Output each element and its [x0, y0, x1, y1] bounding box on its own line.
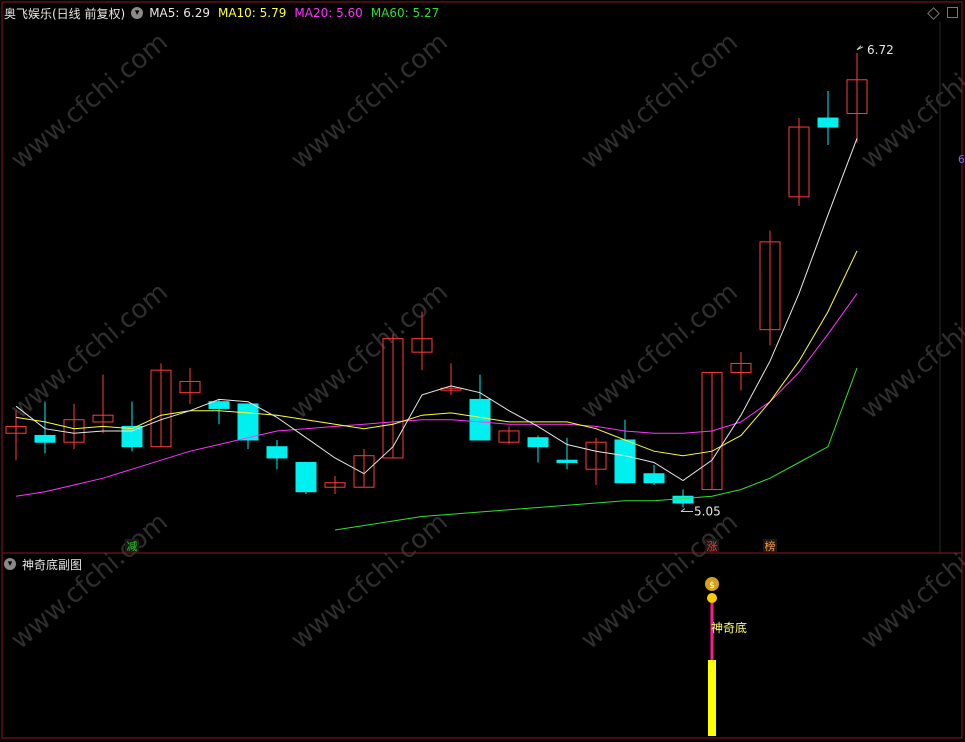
ma60-readout: MA60: 5.27: [370, 6, 440, 20]
candle-body: [121, 425, 143, 448]
event-marker: 涨: [707, 540, 718, 553]
ma5-readout: MA5: 6.29: [149, 6, 210, 20]
watermark-text: www.cfchi.com: [285, 507, 454, 655]
candle-body: [237, 403, 259, 441]
panel-border: [1, 1, 963, 739]
right-edge-mark: 6: [958, 153, 965, 166]
high-price-label: 6.72: [867, 43, 894, 57]
event-marker: 减: [127, 540, 138, 553]
low-arrow-icon: [680, 508, 693, 512]
watermark-text: www.cfchi.com: [5, 27, 174, 175]
sub-panel-header: ▾ 神奇底副图: [4, 556, 82, 572]
chevron-down-icon[interactable]: ▾: [131, 7, 144, 19]
candle-body: [672, 495, 694, 504]
stock-chart-window: www.cfchi.com www.cfchi.com www.cfchi.com w…: [0, 0, 965, 742]
sub-panel-title: 神奇底副图: [22, 557, 83, 572]
ma20-readout: MA20: 5.60: [294, 6, 363, 20]
high-arrow-icon: [856, 45, 864, 51]
watermark-text: www.cfchi.com: [575, 27, 744, 175]
candle-body: [614, 439, 636, 484]
candle-body: [469, 398, 491, 441]
watermark-text: www.cfchi.com: [575, 277, 744, 425]
event-marker: 榜: [765, 539, 776, 553]
signal-bar: [708, 660, 716, 736]
watermark-text: www.cfchi.com: [855, 277, 965, 425]
window-square-icon[interactable]: [947, 7, 958, 18]
candle-body: [556, 459, 578, 463]
stock-title: 奥飞娱乐(日线 前复权): [4, 6, 126, 21]
candle-body: [208, 401, 230, 409]
signal-dot: [707, 593, 717, 603]
ma10-readout: MA10: 5.79: [217, 6, 287, 20]
candle-body: [34, 434, 56, 443]
candle-body: [817, 117, 839, 128]
money-bag-glyph: $: [709, 581, 715, 591]
watermark-text: www.cfchi.com: [855, 507, 965, 655]
watermark-text: www.cfchi.com: [285, 27, 454, 175]
candle-body: [643, 473, 665, 484]
watermark-text: www.cfchi.com: [5, 277, 174, 425]
chart-canvas[interactable]: www.cfchi.com www.cfchi.com www.cfchi.com w…: [0, 0, 965, 742]
chevron-down-icon[interactable]: ▾: [4, 558, 16, 570]
signal-label: 神奇底: [711, 620, 747, 635]
candle-body: [295, 461, 317, 493]
candle-body: [266, 446, 288, 459]
main-chart-header: 奥飞娱乐(日线 前复权) ▾ MA5: 6.29 MA10: 5.79 MA20…: [4, 4, 447, 22]
watermark-text: www.cfchi.com: [5, 507, 174, 655]
candle-body: [527, 437, 549, 448]
low-price-label: 5.05: [694, 504, 721, 518]
watermark-text: www.cfchi.com: [285, 277, 454, 425]
